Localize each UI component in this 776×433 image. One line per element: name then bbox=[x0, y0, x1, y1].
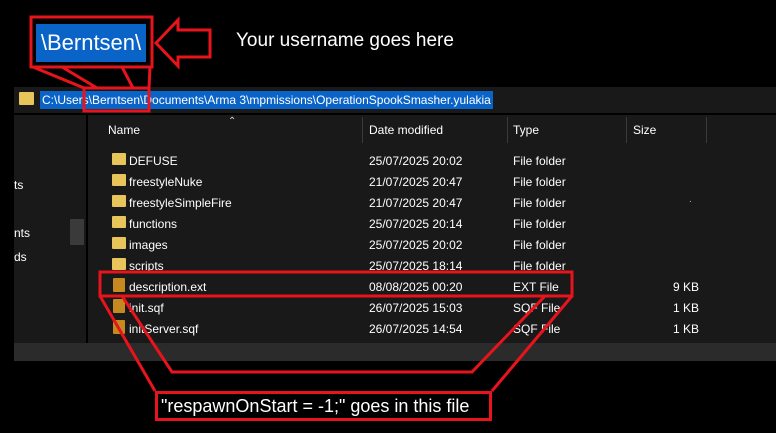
funnel-line bbox=[120, 294, 547, 374]
username-path-frame bbox=[82, 86, 151, 113]
annotation-overlay bbox=[29, 15, 574, 392]
funnel-line bbox=[98, 295, 157, 392]
connector-line bbox=[32, 65, 85, 90]
arrow-left-icon bbox=[153, 16, 212, 70]
caption-text: "respawnOnStart = -1;" goes in this file bbox=[161, 396, 470, 416]
file-highlight-frame bbox=[98, 270, 574, 298]
connector-line bbox=[120, 66, 135, 89]
connector-line bbox=[147, 66, 152, 89]
username-zoom-frame bbox=[29, 15, 154, 69]
